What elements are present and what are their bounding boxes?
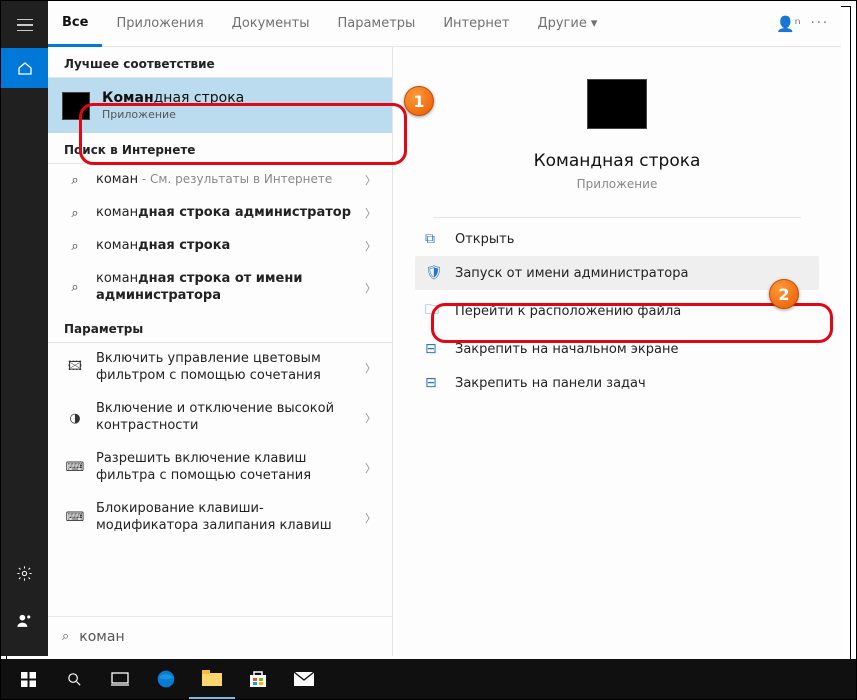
preview-pane: Командная строка Приложение ⧉ Открыть 🛡 … [393,47,841,656]
chevron-right-icon: 〉 [365,410,376,426]
web-result[interactable]: ⌕ коман - См. результаты в Интернете 〉 [48,164,392,197]
preview-title: Командная строка [534,151,701,171]
tab-documents[interactable]: Документы [218,1,324,46]
keyboard-icon: ⌨ [64,510,86,525]
tab-internet[interactable]: Интернет [429,1,523,46]
action-open[interactable]: ⧉ Открыть [415,222,819,256]
search-icon: ⌕ [64,239,86,254]
feedback-icon[interactable]: 👤ⁿ [776,15,801,33]
gear-icon[interactable] [1,550,48,597]
search-icon: ⌕ [64,280,86,295]
edge-icon[interactable] [143,659,189,699]
chevron-down-icon: ▾ [591,16,598,31]
pin-icon: ⊟ [425,341,447,357]
palette-icon: 🖾 [64,357,86,379]
shield-icon: 🛡 [425,265,447,281]
tab-more[interactable]: Другие▾ [523,1,611,46]
search-panel: Все Приложения Документы Параметры Интер… [48,1,841,656]
cmd-icon [587,79,647,129]
chevron-right-icon: 〉 [365,172,376,188]
chevron-right-icon: 〉 [365,238,376,254]
hamburger-icon[interactable] [1,1,48,48]
settings-result[interactable]: ⌨ Разрешить включение клавиш фильтра с п… [48,443,392,493]
chevron-right-icon: 〉 [365,510,376,526]
home-icon[interactable] [1,48,48,88]
start-button[interactable] [5,659,51,699]
folder-icon: 🗀 [425,299,447,323]
web-result[interactable]: ⌕ командная строка 〉 [48,230,392,263]
ellipsis-icon[interactable]: ··· [811,16,829,31]
best-match-subtitle: Приложение [102,108,244,121]
chevron-right-icon: 〉 [365,280,376,296]
file-explorer-icon[interactable] [189,659,235,699]
chevron-right-icon: 〉 [365,360,376,376]
tab-apps[interactable]: Приложения [102,1,217,46]
task-view-icon[interactable] [97,659,143,699]
best-match-title: Командная строка [102,90,244,106]
section-best-match: Лучшее соответствие [48,47,392,78]
search-icon: ⌕ [62,629,69,644]
open-icon: ⧉ [425,231,447,247]
cmd-icon [62,92,90,120]
account-icon[interactable] [1,597,48,644]
web-result[interactable]: ⌕ командная строка администратор 〉 [48,197,392,230]
search-icon: ⌕ [64,206,86,221]
taskbar [1,659,856,699]
divider [433,217,800,218]
search-input[interactable]: ⌕ коман [48,616,392,656]
search-query-text: коман [79,629,124,645]
action-run-as-admin[interactable]: 🛡 Запуск от имени администратора [415,256,819,290]
tab-all[interactable]: Все [48,2,102,47]
taskbar-search-icon[interactable] [51,659,97,699]
annotation-badge-2: 2 [769,279,799,309]
settings-result[interactable]: ◑ Включение и отключение высокой контрас… [48,393,392,443]
action-pin-taskbar[interactable]: ⊟ Закрепить на панели задач [415,366,819,400]
mail-icon[interactable] [281,659,327,699]
contrast-icon: ◑ [64,411,86,426]
annotation-badge-1: 1 [404,86,434,116]
section-params: Параметры [48,312,392,343]
settings-result[interactable]: ⌨ Блокирование клавиши-модификатора зали… [48,493,392,543]
store-icon[interactable] [235,659,281,699]
tab-settings[interactable]: Параметры [323,1,429,46]
action-pin-start[interactable]: ⊟ Закрепить на начальном экране [415,332,819,366]
action-open-file-location[interactable]: 🗀 Перейти к расположению файла [415,290,819,332]
settings-result[interactable]: 🖾 Включить управление цветовым фильтром … [48,343,392,393]
filter-tabs: Все Приложения Документы Параметры Интер… [48,1,841,47]
section-web: Поиск в Интернете [48,133,392,164]
start-left-rail [1,1,48,656]
search-icon: ⌕ [64,173,86,188]
pin-icon: ⊟ [425,375,447,391]
chevron-right-icon: 〉 [365,460,376,476]
keyboard-icon: ⌨ [64,460,86,475]
web-result[interactable]: ⌕ командная строка от имени администрато… [48,263,392,313]
chevron-right-icon: 〉 [365,205,376,221]
results-list: Лучшее соответствие Командная строка При… [48,47,393,656]
best-match-item[interactable]: Командная строка Приложение [48,78,392,133]
preview-subtitle: Приложение [577,177,658,191]
